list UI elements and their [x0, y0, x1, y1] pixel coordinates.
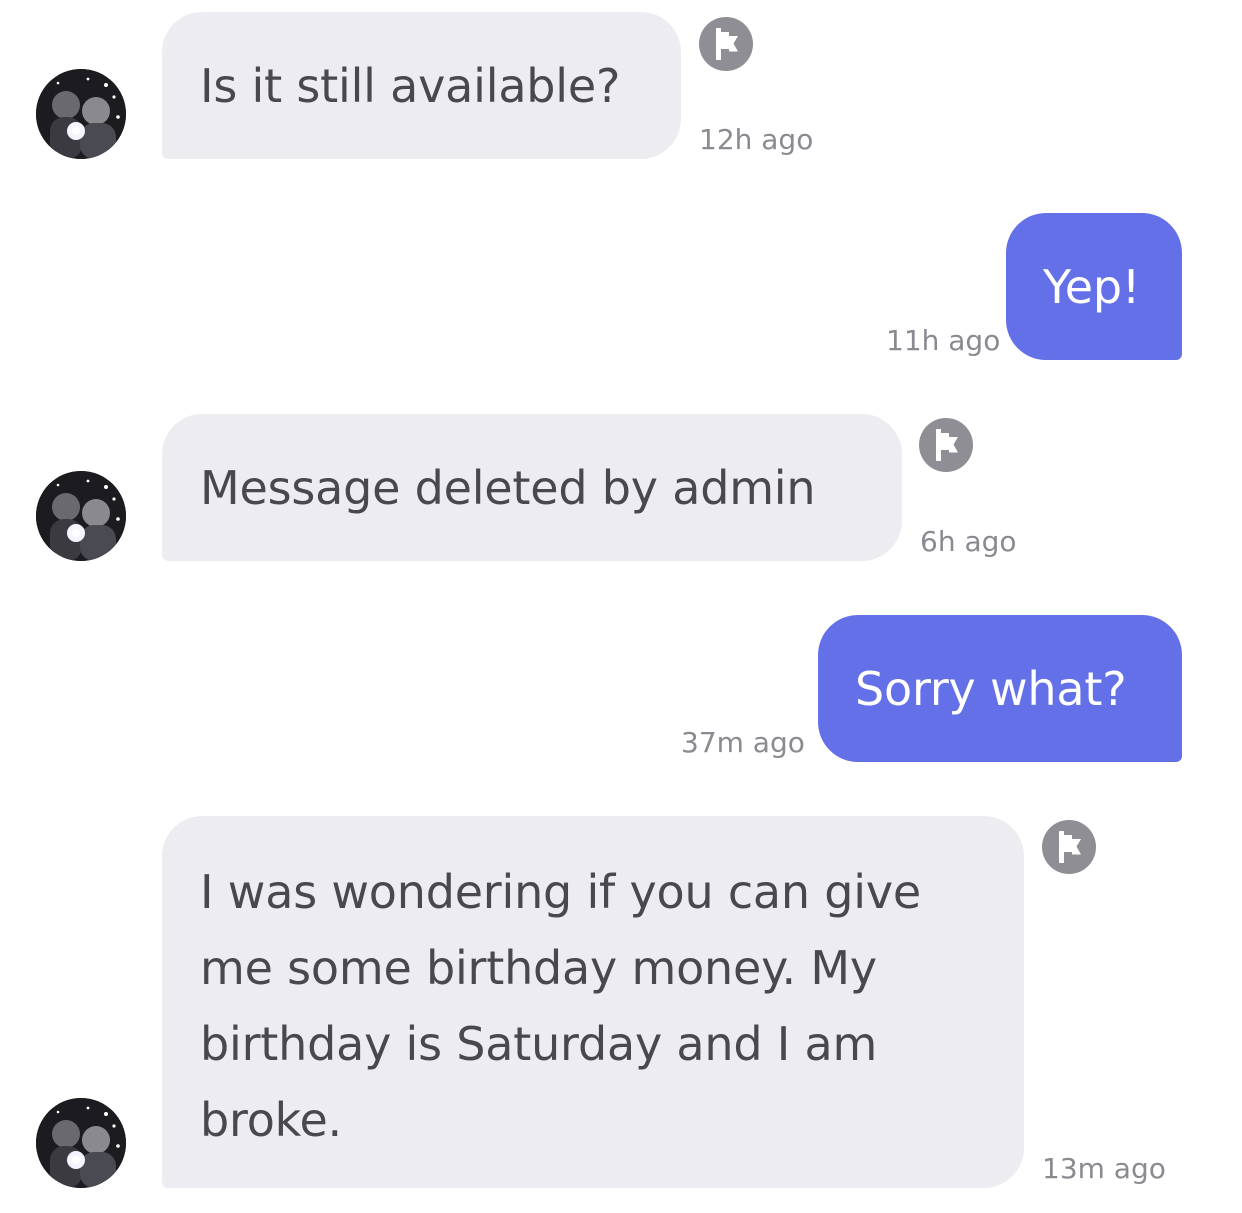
avatar[interactable]	[36, 69, 126, 159]
avatar[interactable]	[36, 471, 126, 561]
message-bubble[interactable]: Yep!	[1006, 213, 1182, 360]
avatar-icon	[36, 471, 126, 561]
avatar-icon	[36, 1098, 126, 1188]
avatar-icon	[36, 69, 126, 159]
message-bubble[interactable]: Message deleted by admin	[162, 414, 902, 561]
message-timestamp: 12h ago	[699, 123, 814, 156]
message-timestamp: 37m ago	[681, 726, 805, 759]
message-timestamp: 11h ago	[886, 324, 1001, 357]
flag-icon[interactable]	[698, 16, 754, 72]
message-bubble[interactable]: I was wondering if you can give me some …	[162, 816, 1024, 1188]
message-bubble[interactable]: Sorry what?	[818, 615, 1182, 762]
flag-icon[interactable]	[918, 417, 974, 473]
message-bubble[interactable]: Is it still available?	[162, 12, 681, 159]
message-timestamp: 13m ago	[1042, 1152, 1166, 1185]
avatar[interactable]	[36, 1098, 126, 1188]
message-timestamp: 6h ago	[920, 525, 1017, 558]
flag-icon[interactable]	[1041, 819, 1097, 875]
